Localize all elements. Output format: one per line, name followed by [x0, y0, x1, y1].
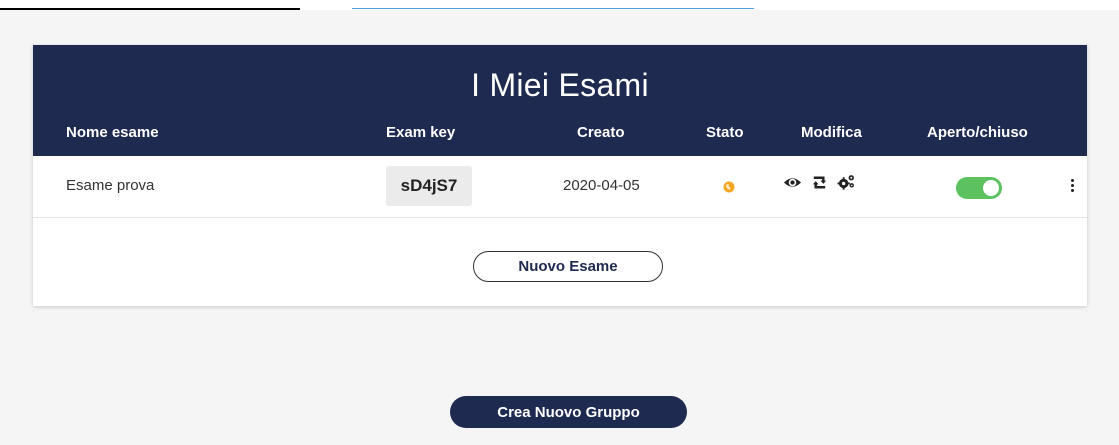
eye-icon[interactable]: [783, 173, 802, 192]
column-header-edit: Modifica: [801, 124, 862, 141]
toggle-knob: [983, 180, 999, 196]
column-header-open-closed: Aperto/chiuso: [927, 124, 1028, 141]
gears-icon[interactable]: [837, 173, 856, 192]
globe-icon: [723, 180, 735, 198]
table-row: Esame prova sD4jS7 2020-04-05: [33, 156, 1087, 218]
column-header-name: Nome esame: [66, 124, 159, 141]
top-link-underline[interactable]: [352, 8, 754, 9]
exam-name: Esame prova: [66, 177, 155, 194]
card-title: I Miei Esami: [471, 67, 649, 103]
column-header-key: Exam key: [386, 124, 456, 141]
exams-card: I Miei Esami Nome esame Exam key Creato …: [33, 45, 1087, 306]
column-header-created: Creato: [577, 124, 625, 141]
retweet-icon[interactable]: [810, 173, 829, 192]
column-header-status: Stato: [706, 124, 744, 141]
exam-key-badge: sD4jS7: [386, 166, 472, 206]
exam-actions: [783, 173, 856, 192]
new-exam-button[interactable]: Nuovo Esame: [473, 251, 663, 282]
exams-card-header: I Miei Esami Nome esame Exam key Creato …: [33, 45, 1087, 156]
exam-created-date: 2020-04-05: [563, 177, 640, 194]
more-options-icon[interactable]: [1068, 177, 1076, 197]
create-new-group-button[interactable]: Crea Nuovo Gruppo: [450, 396, 687, 428]
open-closed-toggle[interactable]: [956, 177, 1002, 199]
top-underline: [0, 8, 300, 10]
